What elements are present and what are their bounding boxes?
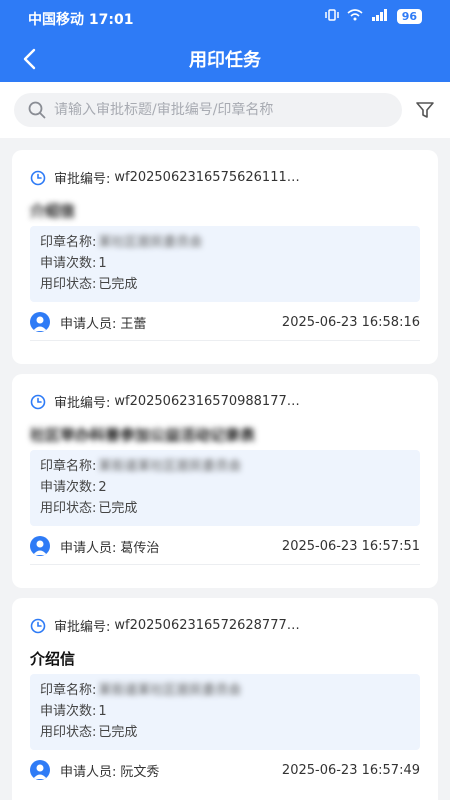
applicant-row: 申请人员: 葛传治 2025-06-23 16:57:51 [30,534,420,558]
avatar-icon [30,760,50,780]
task-card[interactable]: 审批编号: wf2025062316572628777… 介绍信 印章名称: 某街… [12,598,438,800]
approval-no-row: 审批编号: wf2025062316572628777… [30,616,300,635]
seal-name-label: 印章名称: [40,683,97,698]
approval-no-value: wf2025062316570988177… [114,394,300,409]
app-header: 中国移动 17:01 96 用印任务 [0,0,450,82]
seal-status-row: 用印状态: 已完成 [40,274,410,295]
seal-status-value: 已完成 [98,277,138,292]
apply-count-row: 申请次数: 2 [40,477,410,498]
vibrate-icon [324,9,339,24]
approval-no-label: 审批编号: [54,172,111,187]
clock-icon [30,394,46,409]
apply-time: 2025-06-23 16:58:16 [281,314,420,330]
apply-count-label: 申请次数: [40,480,97,495]
apply-count-row: 申请次数: 1 [40,253,410,274]
seal-status-value: 已完成 [98,501,138,516]
task-title: 介绍信 [30,650,76,668]
apply-count-value: 1 [98,704,107,719]
task-title: 介绍信 [30,202,76,220]
task-info-panel: 印章名称: 某街道某社区居民委员会 申请次数: 1 用印状态: 已完成 [30,674,420,750]
seal-name-row: 印章名称: 某社区居民委员会 [40,232,410,253]
wifi-icon [347,9,363,24]
apply-count-row: 申请次数: 1 [40,701,410,722]
seal-name-value: 某街道某社区居民委员会 [98,459,242,474]
applicant-value: 葛传治 [120,540,160,556]
applicant-row: 申请人员: 阮文秀 2025-06-23 16:57:49 [30,758,420,782]
seal-status-label: 用印状态: [40,501,97,516]
seal-status-row: 用印状态: 已完成 [40,498,410,519]
applicant-label: 申请人员: [60,540,117,556]
search-bar [0,82,450,138]
search-box[interactable] [14,93,402,127]
applicant-value: 王蕾 [120,316,147,332]
seal-name-row: 印章名称: 某街道某社区居民委员会 [40,456,410,477]
task-title: 社区举办科普参加公益活动记录表 [30,426,256,444]
approval-no-label: 审批编号: [54,620,111,635]
apply-count-value: 2 [98,480,107,495]
seal-name-label: 印章名称: [40,235,97,250]
task-card[interactable]: 审批编号: wf2025062316570988177… 社区举办科普参加公益活… [12,374,438,588]
approval-no-value: wf2025062316572628777… [114,618,300,633]
apply-time: 2025-06-23 16:57:49 [281,762,420,778]
approval-no-row: 审批编号: wf2025062316575626111… [30,168,300,187]
signal-icon [371,9,389,24]
task-card[interactable]: 审批编号: wf2025062316575626111… 介绍信 印章名称: 某社… [12,150,438,364]
clock-icon [30,618,46,633]
seal-name-row: 印章名称: 某街道某社区居民委员会 [40,680,410,701]
approval-no-row: 审批编号: wf2025062316570988177… [30,392,300,411]
apply-count-value: 1 [98,256,107,271]
seal-status-label: 用印状态: [40,277,97,292]
card-divider [30,340,420,341]
approval-no-label: 审批编号: [54,396,111,411]
status-icons: 96 [324,9,422,24]
applicant-label: 申请人员: [60,316,117,332]
apply-count-label: 申请次数: [40,256,97,271]
applicant-row: 申请人员: 王蕾 2025-06-23 16:58:16 [30,310,420,334]
task-info-panel: 印章名称: 某街道某社区居民委员会 申请次数: 2 用印状态: 已完成 [30,450,420,526]
nav-bar: 用印任务 [0,36,450,82]
apply-count-label: 申请次数: [40,704,97,719]
search-icon [28,101,46,119]
status-bar: 中国移动 17:01 96 [0,0,450,36]
page-title: 用印任务 [189,50,261,71]
seal-status-label: 用印状态: [40,725,97,740]
task-info-panel: 印章名称: 某社区居民委员会 申请次数: 1 用印状态: 已完成 [30,226,420,302]
search-input[interactable] [54,102,384,118]
clock-icon [30,170,46,185]
applicant-value: 阮文秀 [120,764,160,780]
applicant-label: 申请人员: [60,764,117,780]
seal-status-row: 用印状态: 已完成 [40,722,410,743]
filter-button[interactable] [414,98,436,122]
battery-icon: 96 [396,9,422,24]
seal-name-value: 某社区居民委员会 [98,235,203,250]
filter-icon [416,102,434,118]
avatar-icon [30,312,50,332]
card-divider [30,564,420,565]
seal-name-label: 印章名称: [40,459,97,474]
avatar-icon [30,536,50,556]
apply-time: 2025-06-23 16:57:51 [281,538,420,554]
status-carrier-time: 中国移动 17:01 [28,12,134,28]
seal-status-value: 已完成 [98,725,138,740]
approval-no-value: wf2025062316575626111… [114,170,300,185]
seal-name-value: 某街道某社区居民委员会 [98,683,242,698]
